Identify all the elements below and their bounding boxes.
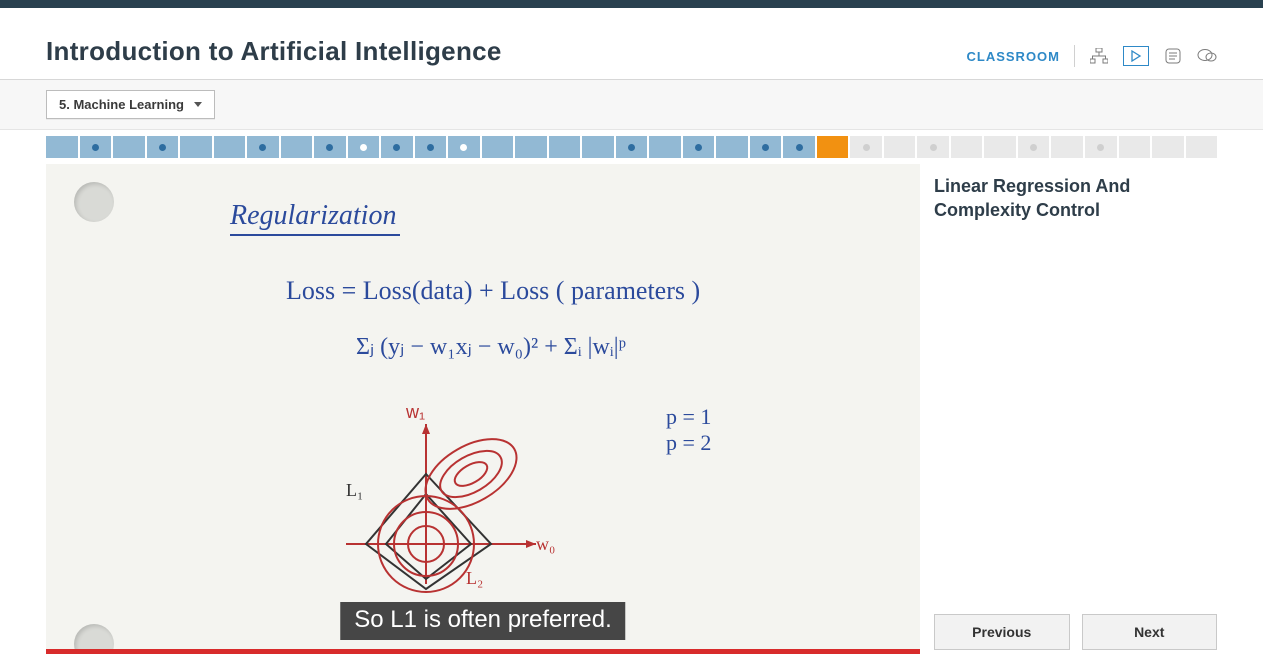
progress-dot <box>1097 144 1104 151</box>
next-button[interactable]: Next <box>1082 614 1218 650</box>
progress-seg[interactable] <box>917 136 949 158</box>
divider <box>1074 45 1075 67</box>
progress-seg[interactable] <box>783 136 815 158</box>
hw-eq2: Σⱼ (yⱼ − w₁xⱼ − w₀)² + Σᵢ |wᵢ|ᵖ <box>356 332 626 361</box>
lesson-sidebar: Linear Regression And Complexity Control… <box>934 164 1217 654</box>
lesson-title: Linear Regression And Complexity Control <box>934 174 1217 223</box>
window-topbar <box>0 0 1263 8</box>
progress-seg[interactable] <box>214 136 246 158</box>
hw-p1: p = 1 <box>666 404 711 430</box>
progress-seg[interactable] <box>381 136 413 158</box>
lesson-nav: Previous Next <box>934 614 1217 650</box>
progress-strip <box>0 136 1263 158</box>
lecture-slide: Regularization Loss = Loss(data) + Loss … <box>46 164 920 654</box>
video-caption: So L1 is often preferred. <box>340 602 625 640</box>
progress-seg[interactable] <box>46 136 78 158</box>
progress-seg[interactable] <box>1018 136 1050 158</box>
progress-dot <box>259 144 266 151</box>
progress-seg[interactable] <box>348 136 380 158</box>
progress-seg[interactable] <box>147 136 179 158</box>
hw-eq1: Loss = Loss(data) + Loss ( parameters ) <box>286 276 700 306</box>
progress-seg[interactable] <box>1051 136 1083 158</box>
paper-hole <box>74 182 114 222</box>
progress-seg[interactable] <box>180 136 212 158</box>
sitemap-icon[interactable] <box>1089 47 1109 65</box>
main: Regularization Loss = Loss(data) + Loss … <box>0 164 1263 654</box>
progress-seg[interactable] <box>1085 136 1117 158</box>
progress-seg[interactable] <box>951 136 983 158</box>
progress-dot <box>326 144 333 151</box>
progress-seg[interactable] <box>448 136 480 158</box>
progress-dot <box>628 144 635 151</box>
video-player[interactable]: Regularization Loss = Loss(data) + Loss … <box>46 164 920 654</box>
progress-seg[interactable] <box>750 136 782 158</box>
progress-seg[interactable] <box>247 136 279 158</box>
progress-dot <box>360 144 367 151</box>
progress-seg[interactable] <box>549 136 581 158</box>
previous-button[interactable]: Previous <box>934 614 1070 650</box>
progress-seg[interactable] <box>683 136 715 158</box>
regularization-diagram <box>336 414 556 604</box>
progress-seg[interactable] <box>1186 136 1218 158</box>
progress-dot <box>796 144 803 151</box>
progress-seg[interactable] <box>850 136 882 158</box>
progress-seg[interactable] <box>716 136 748 158</box>
hw-p2: p = 2 <box>666 430 711 456</box>
chat-icon[interactable] <box>1197 47 1217 65</box>
progress-seg[interactable] <box>80 136 112 158</box>
progress-seg[interactable] <box>1119 136 1151 158</box>
course-title: Introduction to Artificial Intelligence <box>46 36 502 67</box>
hw-title: Regularization <box>230 200 400 236</box>
progress-seg[interactable] <box>582 136 614 158</box>
progress-seg[interactable] <box>314 136 346 158</box>
progress-dot <box>1030 144 1037 151</box>
progress-seg[interactable] <box>482 136 514 158</box>
transcript-icon[interactable] <box>1163 47 1183 65</box>
page-header: Introduction to Artificial Intelligence … <box>0 8 1263 80</box>
lesson-select-label: 5. Machine Learning <box>59 97 184 112</box>
lesson-select[interactable]: 5. Machine Learning <box>46 90 215 119</box>
progress-seg[interactable] <box>984 136 1016 158</box>
progress-seg[interactable] <box>649 136 681 158</box>
chevron-down-icon <box>194 102 202 107</box>
progress-seg[interactable] <box>1152 136 1184 158</box>
progress-dot <box>460 144 467 151</box>
progress-seg[interactable] <box>817 136 849 158</box>
progress-dot <box>863 144 870 151</box>
progress-dot <box>159 144 166 151</box>
progress-seg[interactable] <box>281 136 313 158</box>
classroom-link[interactable]: CLASSROOM <box>967 49 1061 64</box>
progress-seg[interactable] <box>113 136 145 158</box>
progress-dot <box>393 144 400 151</box>
progress-dot <box>92 144 99 151</box>
lesson-bar: 5. Machine Learning <box>0 80 1263 130</box>
progress-dot <box>695 144 702 151</box>
play-icon[interactable] <box>1123 46 1149 66</box>
progress-dot <box>762 144 769 151</box>
progress-seg[interactable] <box>884 136 916 158</box>
progress-seg[interactable] <box>616 136 648 158</box>
progress-dot <box>930 144 937 151</box>
progress-seg[interactable] <box>415 136 447 158</box>
progress-seg[interactable] <box>515 136 547 158</box>
progress-dot <box>427 144 434 151</box>
header-actions: CLASSROOM <box>967 45 1218 67</box>
